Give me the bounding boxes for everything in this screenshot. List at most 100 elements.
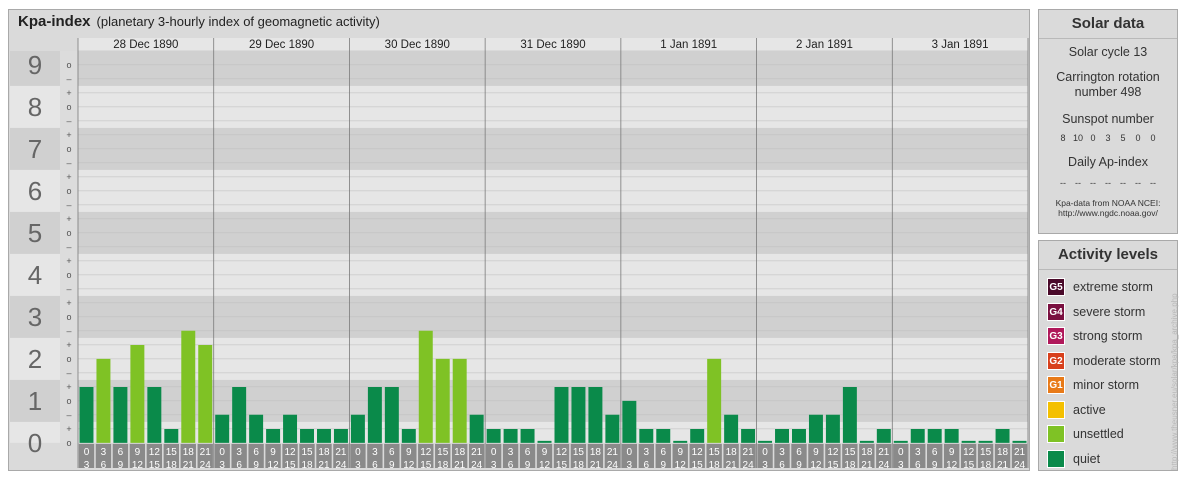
sub-tick-label: + — [66, 172, 71, 182]
kp-bar — [893, 440, 908, 443]
sub-tick-label: – — [66, 74, 71, 84]
solar-data-heading: Solar data — [1039, 10, 1177, 39]
interval-end: 24 — [471, 460, 483, 468]
interval-end: 18 — [573, 460, 585, 468]
kp-bar — [96, 358, 111, 443]
kp-bar — [249, 414, 264, 443]
kp-bar — [486, 429, 501, 443]
kp-bar — [401, 429, 416, 443]
level-label: moderate storm — [1073, 353, 1161, 368]
interval-start: 21 — [743, 447, 755, 458]
sub-tick-label: – — [66, 284, 71, 294]
activity-level-item: G5 extreme storm — [1039, 275, 1177, 300]
day-label: 1 Jan 1891 — [660, 39, 717, 51]
kp-bar — [164, 429, 179, 443]
chart-subtitle: (planetary 3-hourly index of geomagnetic… — [96, 14, 380, 29]
kp-bar — [944, 429, 959, 443]
interval-start: 18 — [318, 447, 330, 458]
sub-tick-label: + — [66, 340, 71, 350]
interval-start: 12 — [963, 447, 975, 458]
interval-start: 21 — [335, 447, 347, 458]
interval-end: 18 — [166, 460, 178, 468]
kp-bar — [724, 414, 739, 443]
sunspot-values: 8 10 0 3 5 0 0 — [1039, 133, 1177, 143]
chart-title-main: Kpa-index — [18, 13, 91, 30]
interval-end: 3 — [84, 460, 90, 468]
ap-value: -- — [1135, 178, 1141, 188]
y-level-label: 1 — [28, 386, 42, 416]
sub-tick-label: o — [66, 60, 71, 70]
kp-bar — [588, 387, 603, 443]
interval-start: 9 — [813, 447, 819, 458]
activity-level-item: G1 minor storm — [1039, 373, 1177, 398]
kp-bar — [215, 414, 230, 443]
level-label: unsettled — [1073, 427, 1124, 442]
kp-bar — [656, 429, 671, 443]
sub-tick-label: – — [66, 326, 71, 336]
kp-bar — [758, 440, 773, 443]
interval-end: 24 — [335, 460, 347, 468]
kp-bar — [198, 345, 213, 443]
interval-start: 6 — [796, 447, 802, 458]
activity-level-item: unsettled — [1039, 422, 1177, 447]
interval-start: 0 — [355, 447, 361, 458]
interval-start: 18 — [861, 447, 873, 458]
interval-end: 6 — [915, 460, 921, 468]
level-label: strong storm — [1073, 329, 1143, 344]
day-label: 30 Dec 1890 — [385, 39, 450, 51]
kp-bar — [571, 387, 586, 443]
interval-end: 15 — [692, 460, 704, 468]
kp-bar — [978, 440, 993, 443]
interval-start: 9 — [270, 447, 276, 458]
interval-end: 12 — [268, 460, 280, 468]
kp-bar — [876, 429, 891, 443]
chart-title: Kpa-index (planetary 3-hourly index of ge… — [18, 13, 380, 33]
y-level-label: 2 — [28, 344, 42, 374]
interval-end: 12 — [810, 460, 822, 468]
interval-start: 9 — [677, 447, 683, 458]
interval-end: 6 — [236, 460, 242, 468]
interval-start: 9 — [135, 447, 141, 458]
interval-start: 6 — [389, 447, 395, 458]
interval-end: 12 — [403, 460, 415, 468]
sub-tick-label: o — [66, 354, 71, 364]
interval-start: 9 — [949, 447, 955, 458]
sub-tick-label: + — [66, 382, 71, 392]
y-level-label: 0 — [28, 428, 42, 458]
interval-start: 6 — [118, 447, 124, 458]
kp-bar — [537, 440, 552, 443]
interval-end: 18 — [980, 460, 992, 468]
sub-tick-label: o — [66, 438, 71, 448]
interval-start: 12 — [692, 447, 704, 458]
interval-end: 6 — [101, 460, 107, 468]
level-swatch — [1047, 400, 1065, 419]
interval-end: 6 — [779, 460, 785, 468]
solar-data-panel: Solar data Solar cycle 13 Carrington rot… — [1038, 9, 1178, 234]
level-label: minor storm — [1073, 378, 1139, 393]
kp-bar — [808, 414, 823, 443]
kp-bar — [469, 414, 484, 443]
kp-bar — [910, 429, 925, 443]
ap-value: -- — [1150, 178, 1156, 188]
activity-level-item: quiet — [1039, 447, 1177, 472]
interval-end: 3 — [491, 460, 497, 468]
kp-bar — [961, 440, 976, 443]
sub-tick-label: o — [66, 102, 71, 112]
sub-tick-label: – — [66, 116, 71, 126]
interval-start: 6 — [932, 447, 938, 458]
kp-bar — [350, 414, 365, 443]
kp-bar — [147, 387, 162, 443]
sub-tick-label: o — [66, 228, 71, 238]
interval-start: 21 — [471, 447, 483, 458]
interval-start: 18 — [997, 447, 1009, 458]
kp-bar — [113, 387, 128, 443]
ap-value: -- — [1105, 178, 1111, 188]
kp-bar — [622, 400, 637, 443]
interval-end: 12 — [132, 460, 144, 468]
activity-level-item: G3 strong storm — [1039, 324, 1177, 349]
ap-value: -- — [1090, 178, 1096, 188]
interval-end: 9 — [389, 460, 395, 468]
interval-end: 24 — [200, 460, 212, 468]
activity-level-item: active — [1039, 398, 1177, 423]
kp-bar — [707, 358, 722, 443]
